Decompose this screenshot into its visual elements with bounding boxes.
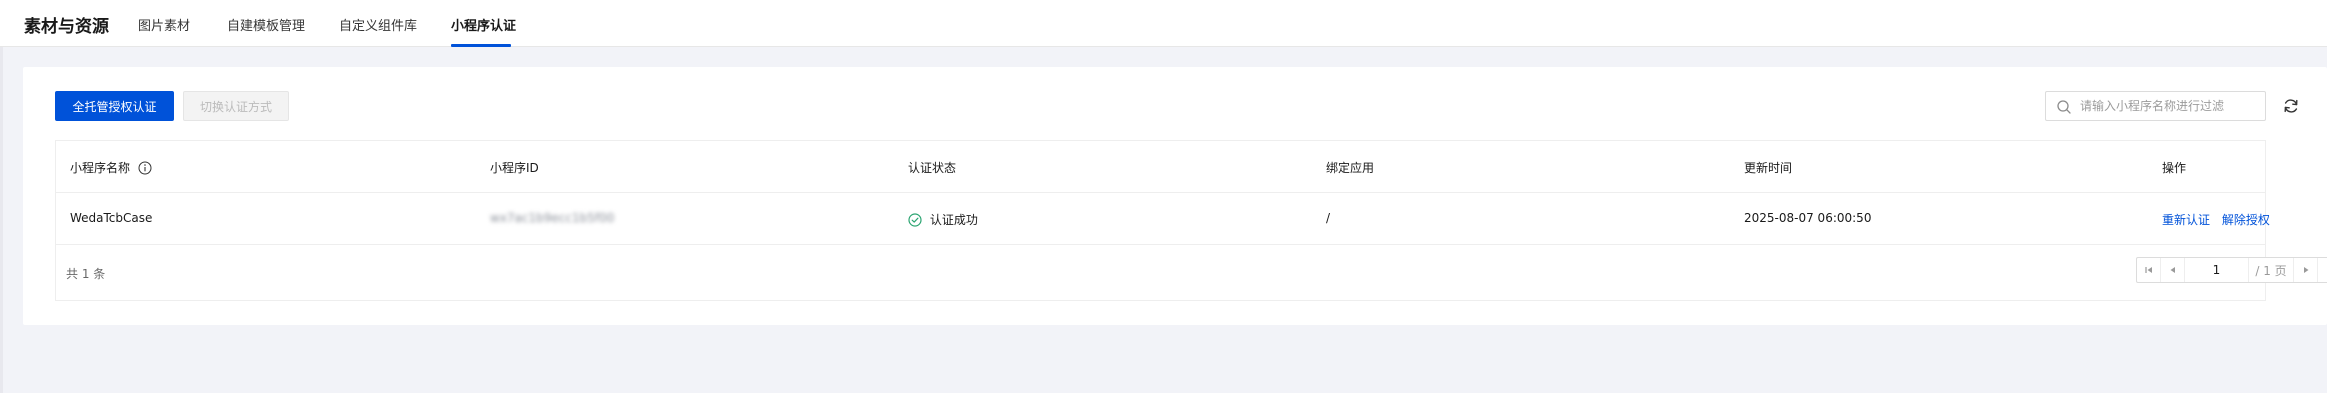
check-circle-icon (908, 213, 922, 227)
column-header-actions: 操作 (2162, 161, 2187, 175)
page-number-input[interactable] (2185, 258, 2249, 282)
column-header-bound-app: 绑定应用 (1326, 161, 1375, 175)
column-header-name-label: 小程序名称 (70, 161, 131, 175)
active-tab-indicator (451, 44, 511, 47)
full-hosted-auth-button[interactable]: 全托管授权认证 (55, 91, 174, 121)
revoke-auth-link[interactable]: 解除授权 (2222, 213, 2270, 227)
tab-image-assets[interactable]: 图片素材 (138, 15, 190, 34)
left-edge (0, 47, 3, 393)
info-icon[interactable] (138, 161, 152, 175)
column-header-app-id: 小程序ID (490, 161, 539, 175)
last-page-button[interactable] (2317, 258, 2327, 282)
refresh-icon[interactable] (2282, 97, 2300, 115)
table-header: 小程序名称 小程序ID 认证状态 绑定应用 更新时间 操作 (56, 141, 2265, 193)
miniprogram-table: 小程序名称 小程序ID 认证状态 绑定应用 更新时间 操作 WedaTcbCas… (55, 140, 2327, 301)
tab-custom-components[interactable]: 自定义组件库 (339, 15, 417, 34)
search-icon (2057, 100, 2071, 114)
total-count: 共 1 条 (66, 267, 106, 281)
total-pages: / 1 页 (2255, 263, 2287, 278)
cell-status: 认证成功 (908, 211, 978, 228)
cell-actions: 重新认证 解除授权 (2162, 211, 2278, 228)
prev-page-button[interactable] (2161, 258, 2185, 282)
first-page-button[interactable] (2137, 258, 2161, 282)
cell-updated: 2025-08-07 06:00:50 (1744, 211, 1872, 225)
switch-auth-method-button[interactable]: 切换认证方式 (183, 91, 289, 121)
tab-template-management[interactable]: 自建模板管理 (227, 15, 305, 34)
reauth-link[interactable]: 重新认证 (2162, 213, 2210, 227)
column-header-updated: 更新时间 (1744, 161, 1793, 175)
column-header-status: 认证状态 (908, 161, 957, 175)
search-box (2045, 91, 2266, 121)
cell-app-id: wx7ac1b9ecc1b5f00 (490, 211, 615, 225)
cell-name: WedaTcbCase (70, 211, 153, 225)
cell-bound-app: / (1326, 211, 1331, 225)
status-text: 认证成功 (929, 213, 978, 227)
search-input[interactable] (2078, 96, 2260, 116)
page-title: 素材与资源 (24, 17, 109, 37)
prev-page-icon (2170, 267, 2175, 273)
next-page-icon (2303, 267, 2308, 273)
top-bar: 素材与资源 图片素材 自建模板管理 自定义组件库 小程序认证 (0, 0, 2327, 47)
next-page-button[interactable] (2293, 258, 2317, 282)
column-header-name: 小程序名称 (70, 159, 152, 176)
tab-miniprogram-auth[interactable]: 小程序认证 (451, 15, 516, 34)
table-row: WedaTcbCase wx7ac1b9ecc1b5f00 认证成功 / 202… (56, 193, 2270, 245)
first-page-icon (2144, 267, 2152, 273)
pagination: / 1 页 (2136, 257, 2327, 283)
